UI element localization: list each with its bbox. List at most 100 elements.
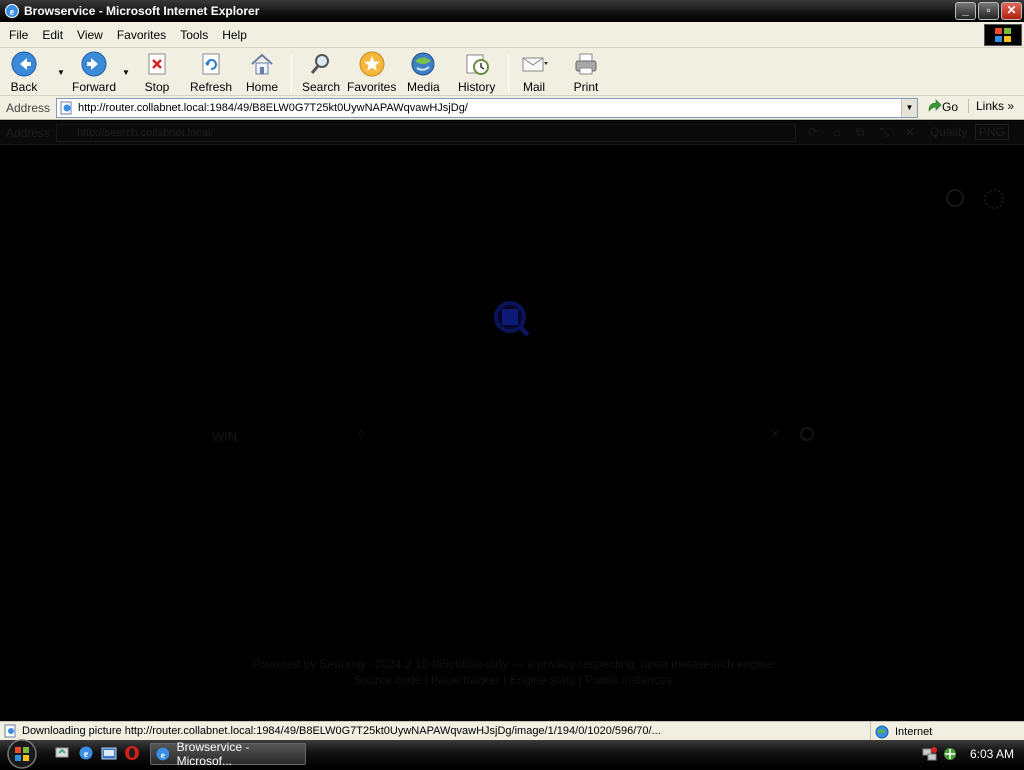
page-icon (60, 101, 72, 115)
mail-button[interactable]: Mail (520, 50, 548, 94)
mail-icon (522, 57, 548, 72)
remote-address-input[interactable]: http://search.collabnet.local/ (56, 124, 796, 142)
media-icon (411, 52, 435, 76)
browser-viewport[interactable]: Address http://search.collabnet.local/ ⟳… (0, 121, 1024, 721)
quicklaunch-ie-icon[interactable]: e (78, 745, 94, 761)
address-label: Address (6, 100, 51, 115)
history-button[interactable]: History (458, 50, 495, 94)
info-icon[interactable] (946, 189, 964, 207)
security-zone: Internet (870, 722, 1024, 741)
remote-browser-toolbar: Address http://search.collabnet.local/ ⟳… (0, 121, 1024, 145)
address-dropdown-icon[interactable]: ▼ (901, 99, 917, 117)
zone-label: Internet (895, 725, 933, 738)
history-label: History (458, 80, 496, 94)
favorites-star-icon (359, 51, 385, 77)
print-label: Print (573, 80, 599, 94)
stop-button[interactable]: Stop (143, 50, 171, 94)
print-button[interactable]: Print (572, 50, 600, 94)
back-arrow-icon (11, 51, 37, 77)
page-status-icon (4, 724, 16, 738)
remote-format-select[interactable]: PNG (975, 124, 1010, 140)
mail-label: Mail (522, 80, 545, 94)
menu-view[interactable]: View (70, 28, 110, 42)
svg-text:e: e (161, 750, 166, 761)
system-tray: 6:03 AM (922, 743, 1014, 765)
media-button[interactable]: Media (407, 50, 440, 94)
svg-text:e: e (10, 7, 15, 18)
go-arrow-icon (928, 99, 942, 112)
remote-nav-icons[interactable]: ⟳ ⌂ ⧉ ⤡ ✕ (808, 125, 921, 140)
refresh-label: Refresh (190, 80, 233, 94)
menu-help[interactable]: Help (215, 28, 254, 42)
quicklaunch-explorer-icon[interactable] (101, 745, 117, 761)
favorites-button[interactable]: Favorites (347, 50, 396, 94)
close-button[interactable]: ✕ (1001, 2, 1022, 20)
menu-file[interactable]: File (0, 28, 35, 42)
menu-favorites[interactable]: Favorites (110, 28, 173, 42)
history-clock-icon (466, 54, 489, 75)
forward-button[interactable]: Forward (72, 50, 116, 94)
back-label: Back (10, 80, 38, 94)
links-button[interactable]: Links » (968, 99, 1014, 113)
go-label: Go (942, 100, 959, 114)
back-dropdown-icon[interactable]: ▼ (57, 68, 65, 77)
toolbar: Back ▼ Forward ▼ Stop Refresh Home Searc… (0, 48, 1024, 96)
quicklaunch-desktop-icon[interactable] (54, 745, 70, 761)
back-button[interactable]: Back (10, 50, 38, 94)
remote-address-label: Address (6, 125, 51, 140)
media-label: Media (407, 80, 440, 94)
dim-pin-icon: ◊ (358, 427, 364, 441)
forward-dropdown-icon[interactable]: ▼ (122, 68, 130, 77)
task-ie-icon: e (156, 747, 170, 761)
window-title: Browservice - Microsoft Internet Explore… (24, 4, 260, 18)
security-tray-icon[interactable] (942, 746, 958, 762)
internet-globe-icon (875, 725, 889, 738)
home-label: Home (246, 80, 279, 94)
address-bar: Address http://router.collabnet.local:19… (0, 96, 1024, 120)
menu-bar: File Edit View Favorites Tools Help (0, 22, 1024, 48)
forward-label: Forward (72, 80, 117, 94)
windows-logo-icon (984, 24, 1022, 46)
task-label: Browservice - Microsof... (176, 740, 250, 768)
home-icon (251, 53, 273, 75)
printer-icon (575, 53, 597, 75)
search-icon (310, 54, 330, 74)
minimize-button[interactable]: _ (955, 2, 976, 20)
toolbar-separator (508, 54, 509, 92)
quicklaunch-opera-icon[interactable] (124, 745, 140, 761)
links-label: Links (976, 99, 1005, 113)
start-button-icon[interactable] (4, 738, 40, 770)
toolbar-separator (291, 54, 292, 92)
address-url[interactable]: http://router.collabnet.local:1984/49/B8… (78, 102, 901, 114)
task-browservice[interactable]: e Browservice - Microsof... (150, 740, 306, 768)
maximize-button[interactable]: ▫ (978, 2, 999, 20)
network-tray-icon[interactable] (922, 746, 938, 762)
dim-clear-icon: ✕ (770, 427, 781, 441)
address-input[interactable]: http://router.collabnet.local:1984/49/B8… (56, 98, 918, 118)
svg-text:e: e (84, 749, 89, 760)
footer-powered-by: Powered by Searxng - 2024.2.10-fa5c680a-… (252, 657, 774, 671)
stop-icon (148, 53, 166, 75)
search-label: Search (302, 80, 341, 94)
taskbar: e e Browservice - Microsof... 6:03 AM (0, 738, 1024, 770)
clock[interactable]: 6:03 AM (970, 747, 1014, 761)
stop-label: Stop (144, 80, 170, 94)
home-button[interactable]: Home (246, 50, 278, 94)
status-bar: Downloading picture http://router.collab… (0, 721, 1024, 741)
remote-quality-label[interactable]: Quality (930, 125, 967, 139)
refresh-button[interactable]: Refresh (190, 50, 232, 94)
searx-logo-icon (494, 301, 530, 337)
search-button[interactable]: Search (302, 50, 340, 94)
menu-tools[interactable]: Tools (173, 28, 215, 42)
dim-search-icon (800, 427, 814, 441)
chevron-right-icon: » (1007, 99, 1015, 113)
go-button[interactable]: Go (926, 99, 958, 115)
forward-arrow-icon (81, 51, 107, 77)
ie-icon: e (5, 4, 19, 18)
gear-icon[interactable] (984, 189, 1004, 209)
title-bar: e Browservice - Microsoft Internet Explo… (0, 0, 1024, 22)
dim-win-text: WIN (212, 429, 238, 444)
refresh-icon (202, 53, 220, 75)
menu-edit[interactable]: Edit (35, 28, 70, 42)
footer-links[interactable]: Source code | Issue tracker | Engine sta… (228, 673, 798, 687)
